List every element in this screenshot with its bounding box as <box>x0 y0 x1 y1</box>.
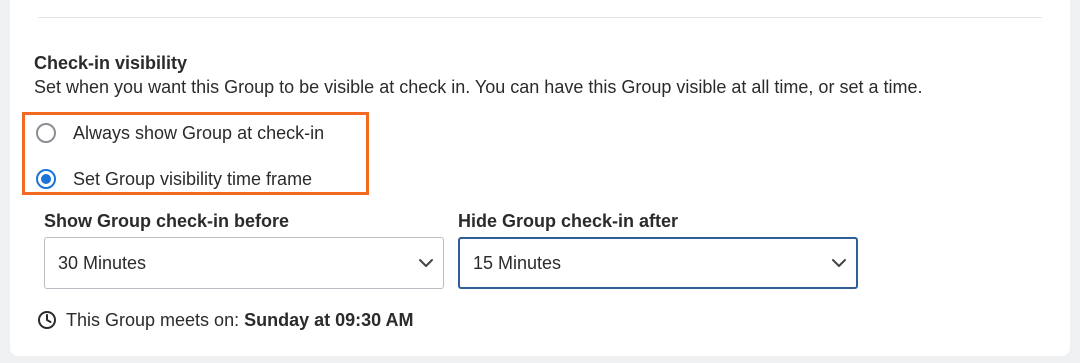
show-before-label: Show Group check-in before <box>44 211 290 231</box>
checkin-visibility-title: Check-in visibility <box>34 53 188 73</box>
hide-after-value: 15 Minutes <box>473 252 562 273</box>
clock-icon <box>38 311 56 329</box>
meeting-info: This Group meets on: Sunday at 09:30 AM <box>37 308 413 332</box>
show-before-select[interactable]: 30 Minutes <box>44 237 444 289</box>
chevron-down-icon <box>832 259 846 267</box>
radio-label-always-show: Always show Group at check-in <box>73 122 325 143</box>
checkin-visibility-description: Set when you want this Group to be visib… <box>34 77 923 97</box>
radio-label-set-time-frame: Set Group visibility time frame <box>73 168 313 189</box>
meeting-info-prefix: This Group meets on: <box>66 309 240 330</box>
meeting-info-value: Sunday at 09:30 AM <box>244 309 414 330</box>
chevron-down-icon <box>419 259 433 267</box>
radio-button-always-show[interactable] <box>36 123 56 143</box>
hide-after-label: Hide Group check-in after <box>458 211 679 231</box>
radio-option-always-show[interactable]: Always show Group at check-in <box>36 120 324 146</box>
hide-after-select[interactable]: 15 Minutes <box>458 237 858 289</box>
radio-button-set-time-frame[interactable] <box>36 169 56 189</box>
radio-option-set-time-frame[interactable]: Set Group visibility time frame <box>36 166 312 192</box>
section-divider <box>38 17 1042 18</box>
show-before-value: 30 Minutes <box>58 252 147 273</box>
